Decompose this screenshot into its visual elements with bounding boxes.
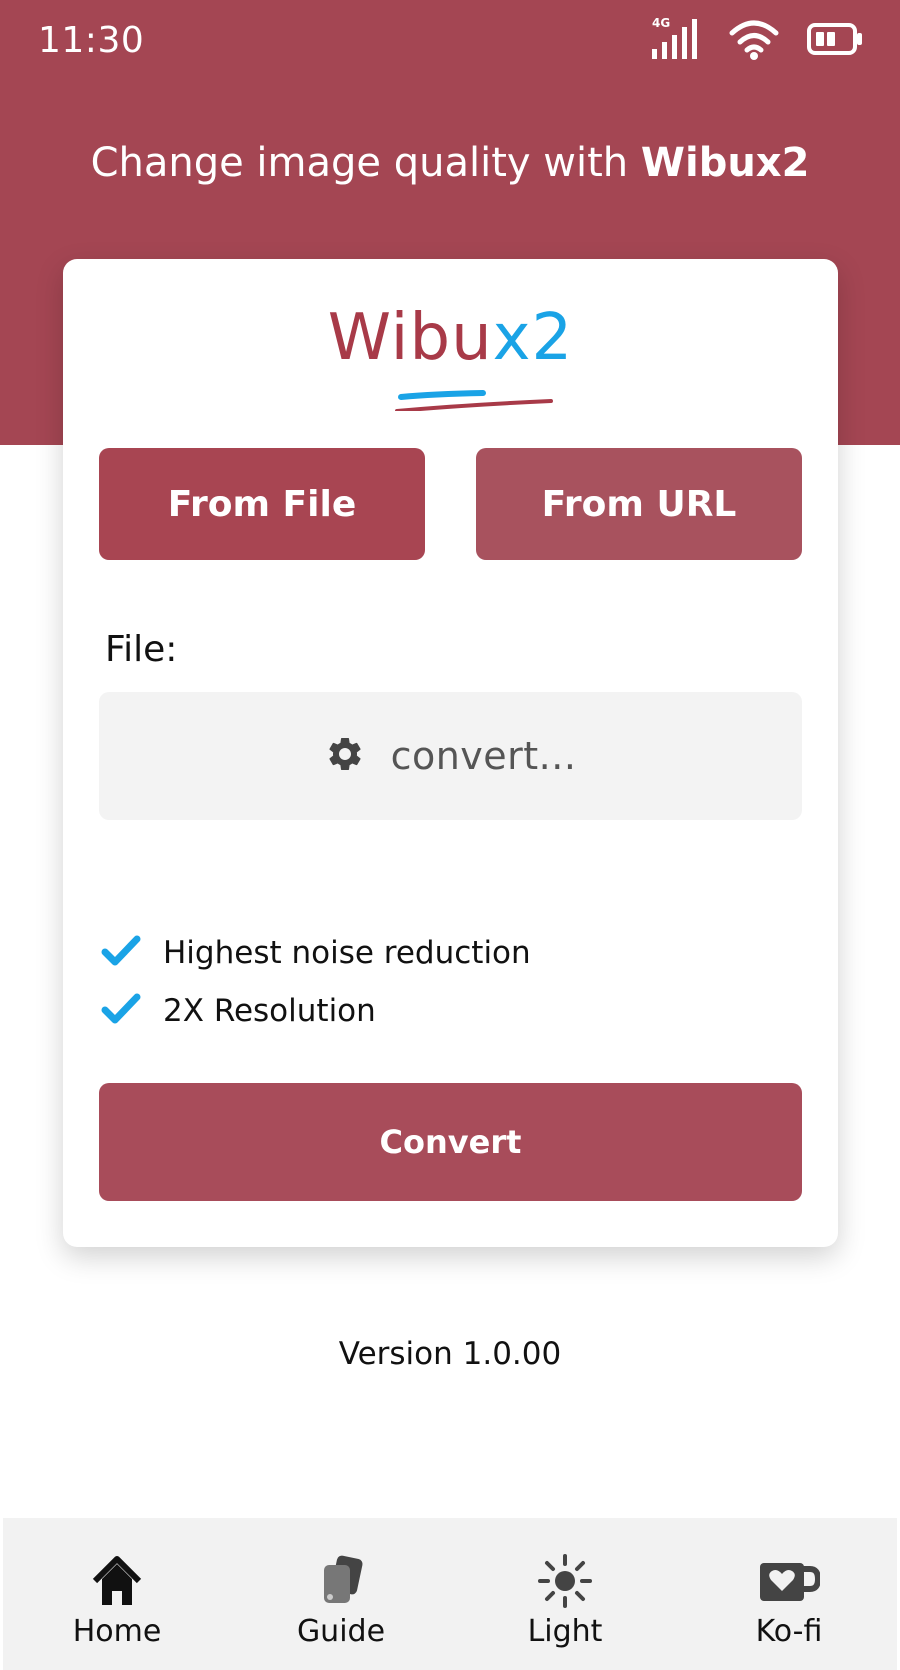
logo-underline bbox=[395, 390, 553, 411]
nav-item-kofi[interactable]: Ko-fi bbox=[709, 1518, 869, 1670]
file-picker[interactable]: convert... bbox=[99, 692, 802, 820]
status-icons: 4G bbox=[650, 16, 864, 66]
check-icon bbox=[101, 993, 141, 1030]
option-label: Highest noise reduction bbox=[163, 935, 531, 971]
kofi-cup-icon bbox=[758, 1552, 820, 1610]
nav-label: Ko-fi bbox=[755, 1614, 823, 1649]
convert-button[interactable]: Convert bbox=[99, 1083, 802, 1201]
signal-icon: 4G bbox=[650, 15, 702, 68]
headline-text: Change image quality with bbox=[90, 140, 641, 186]
from-url-button[interactable]: From URL bbox=[476, 448, 802, 560]
nav-label: Guide bbox=[296, 1614, 386, 1649]
nav-item-guide[interactable]: Guide bbox=[261, 1518, 421, 1670]
app-logo: Wibux2 bbox=[63, 301, 838, 411]
wifi-icon bbox=[728, 17, 780, 66]
network-type: 4G bbox=[652, 16, 670, 30]
from-file-button[interactable]: From File bbox=[99, 448, 425, 560]
sun-icon bbox=[537, 1552, 593, 1610]
bottom-nav: Home Guide Light Ko-fi bbox=[3, 1518, 897, 1670]
option-label: 2X Resolution bbox=[163, 993, 376, 1029]
nav-item-home[interactable]: Home bbox=[37, 1518, 197, 1670]
file-picker-text: convert... bbox=[390, 734, 577, 778]
file-label: File: bbox=[105, 629, 178, 670]
option-noise-reduction: Highest noise reduction bbox=[101, 931, 531, 975]
converter-card: Wibux2 From File From URL File: convert.… bbox=[63, 259, 838, 1247]
nav-label: Home bbox=[72, 1614, 162, 1649]
check-icon bbox=[101, 935, 141, 972]
status-time: 11:30 bbox=[38, 20, 145, 61]
guide-icon bbox=[316, 1552, 366, 1610]
version-text: Version 1.0.00 bbox=[338, 1336, 562, 1372]
nav-item-light[interactable]: Light bbox=[485, 1518, 645, 1670]
status-bar: 11:30 4G bbox=[0, 0, 900, 84]
battery-icon bbox=[806, 22, 864, 61]
home-icon bbox=[89, 1552, 145, 1610]
gear-icon bbox=[325, 734, 365, 779]
option-2x-resolution: 2X Resolution bbox=[101, 989, 376, 1033]
nav-label: Light bbox=[527, 1614, 603, 1649]
page-headline: Change image quality with Wibux2 bbox=[0, 140, 900, 186]
headline-brand: Wibux2 bbox=[640, 140, 810, 186]
